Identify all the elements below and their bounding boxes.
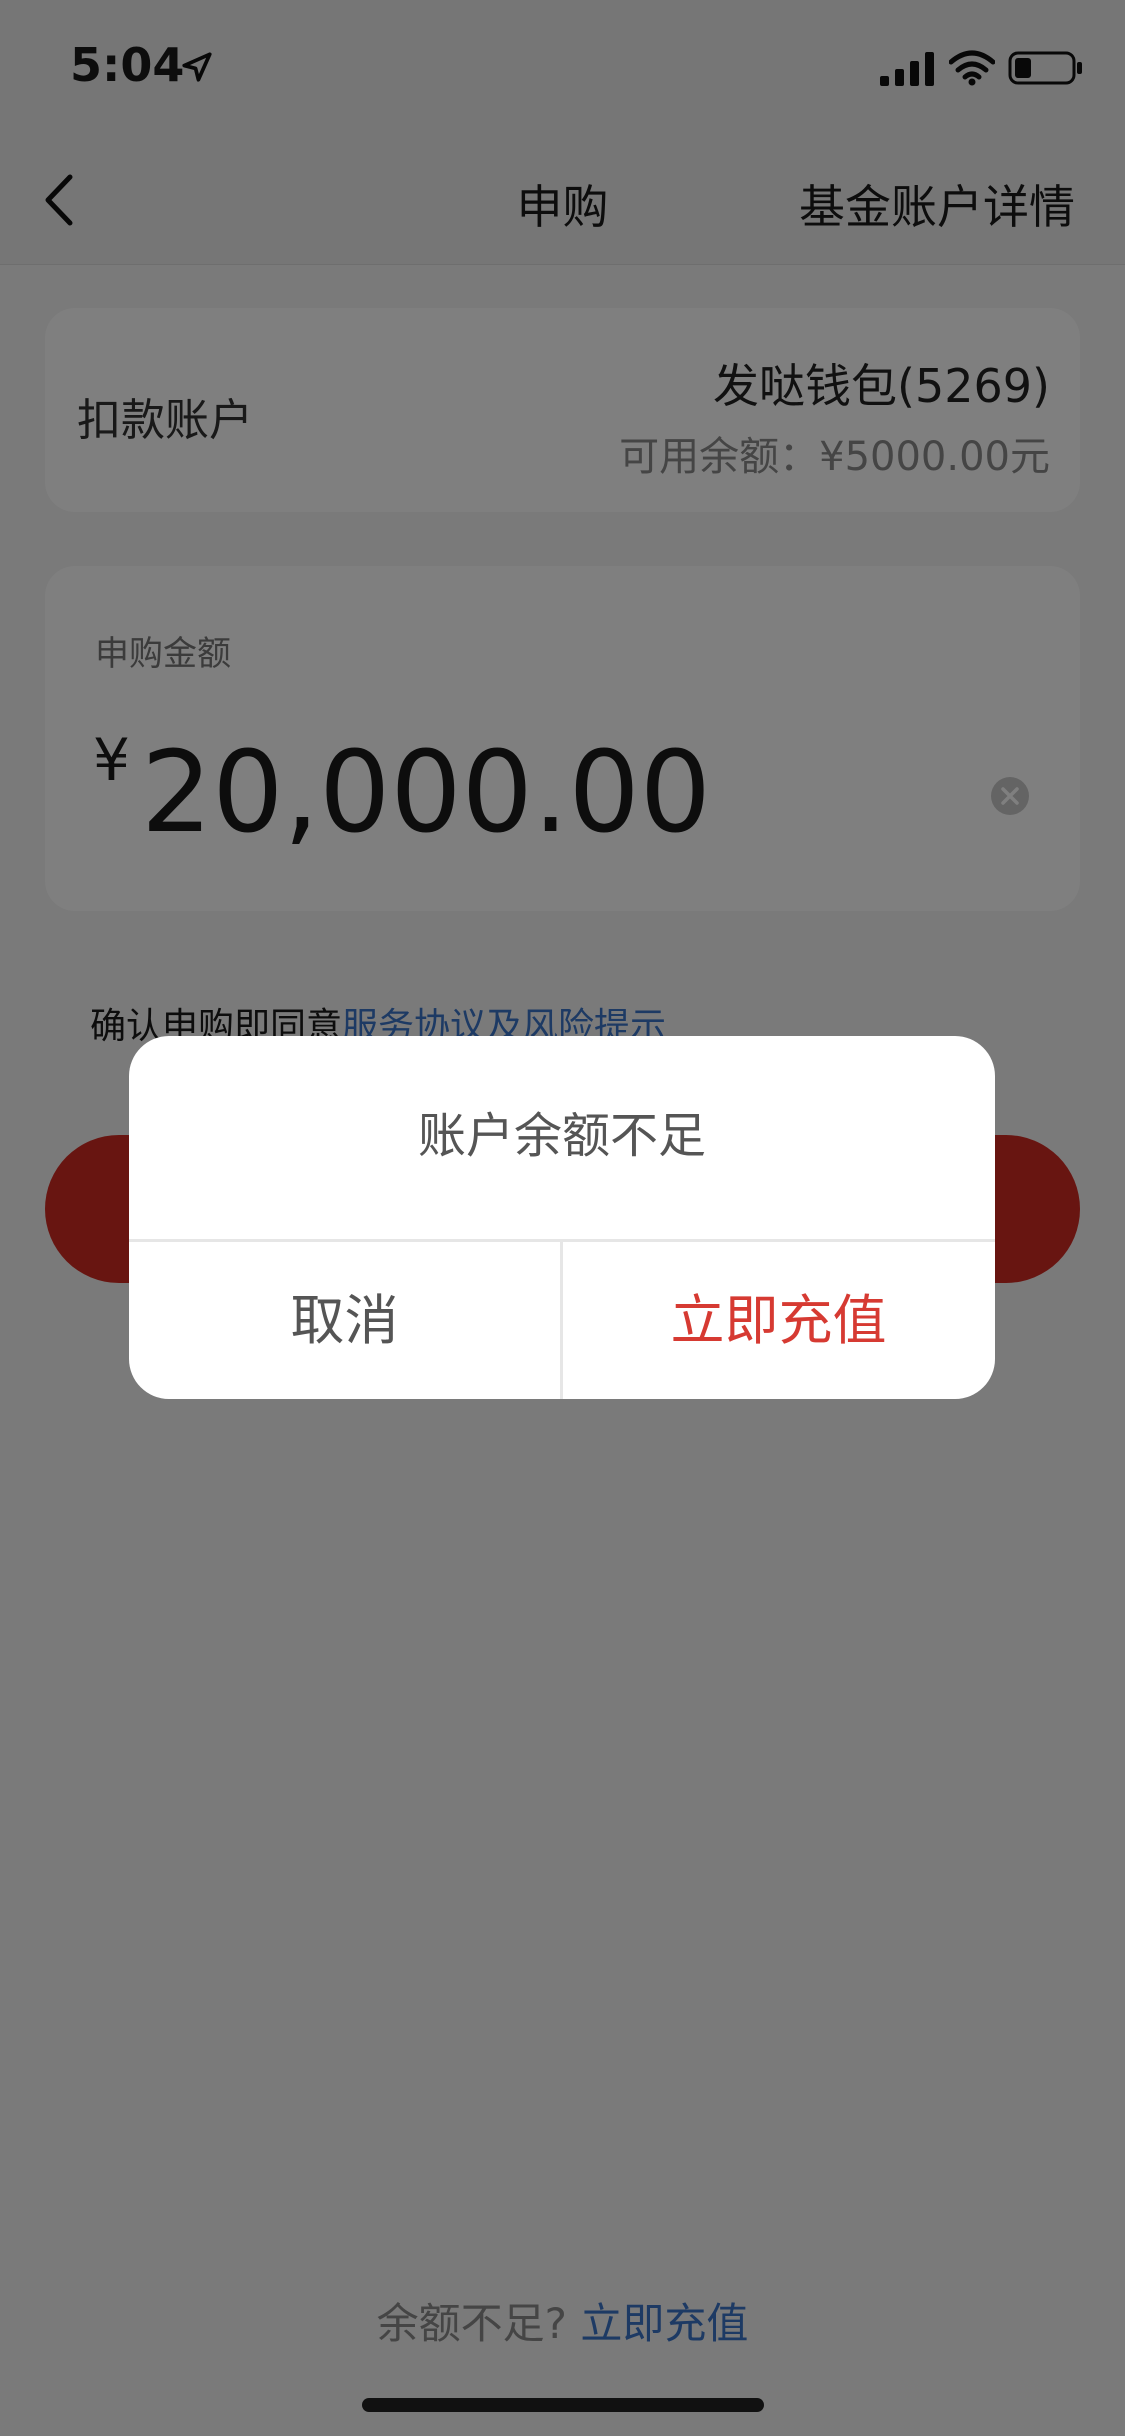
cancel-button[interactable]: 取消: [129, 1242, 560, 1399]
dialog-message: 账户余额不足: [417, 1108, 706, 1164]
top-up-now-button[interactable]: 立即充值: [563, 1242, 994, 1399]
home-indicator[interactable]: [362, 2398, 764, 2412]
insufficient-balance-dialog: 账户余额不足 取消 立即充值: [129, 1036, 995, 1399]
